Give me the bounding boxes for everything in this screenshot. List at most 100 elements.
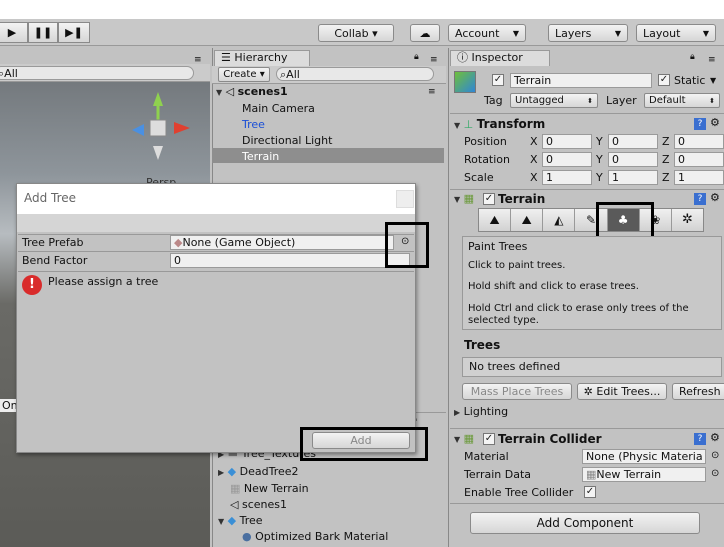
static-checkbox[interactable]: ✓ xyxy=(658,74,670,86)
menu-icon[interactable]: ≡ xyxy=(430,55,438,65)
x-axis-label[interactable]: X xyxy=(530,135,538,148)
material-label: Material xyxy=(464,450,509,463)
chevron-down-icon: ▼ xyxy=(702,28,709,38)
terrain-settings-tool[interactable]: ✲ xyxy=(672,209,703,231)
divider xyxy=(450,113,724,114)
chevron-down-icon[interactable]: ▼ xyxy=(710,76,716,85)
info-icon: ⓘ xyxy=(457,51,468,64)
expand-triangle-icon: ▼ xyxy=(454,435,461,444)
hierarchy-item-directional-light[interactable]: Directional Light xyxy=(242,134,332,147)
object-picker-icon[interactable]: ⊙ xyxy=(711,468,719,479)
scene-search-input[interactable]: ⌕All xyxy=(0,66,194,80)
object-name-input[interactable]: Terrain xyxy=(510,73,652,88)
rot-x-field[interactable]: 0 xyxy=(542,152,592,167)
object-picker-icon[interactable]: ⊙ xyxy=(711,450,719,461)
terrain-header[interactable]: ▼ ▦ xyxy=(454,192,474,205)
tree-prefab-field[interactable]: ◆None (Game Object) xyxy=(170,235,394,250)
enable-tree-collider-checkbox[interactable]: ✓ xyxy=(584,486,596,498)
dialog-close-button[interactable] xyxy=(396,190,414,208)
rot-y-field[interactable]: 0 xyxy=(608,152,658,167)
layout-dropdown[interactable]: Layout ▼ xyxy=(636,24,716,42)
terrain-title: Terrain xyxy=(498,192,546,206)
account-dropdown[interactable]: Account ▼ xyxy=(448,24,526,42)
menu-icon[interactable]: ≡ xyxy=(708,55,716,65)
pause-button[interactable]: ❚❚ xyxy=(28,22,58,43)
pos-x-field[interactable]: 0 xyxy=(542,134,592,149)
project-item-tree[interactable]: ▼ ◆ Tree xyxy=(218,514,263,527)
play-button[interactable]: ▶ xyxy=(0,22,28,43)
edit-trees-button[interactable]: ✲ Edit Trees... xyxy=(577,383,667,400)
scl-x-field[interactable]: 1 xyxy=(542,170,592,185)
menu-icon[interactable]: ≡ xyxy=(428,87,436,97)
scene-gizmo[interactable] xyxy=(124,92,192,162)
lighting-label: Lighting xyxy=(463,405,509,418)
gear-icon[interactable]: ⚙ xyxy=(710,116,720,129)
scene-search-placeholder: All xyxy=(4,67,18,80)
gear-icon[interactable]: ⚙ xyxy=(710,431,720,444)
y-axis-label[interactable]: Y xyxy=(596,153,603,166)
add-component-button[interactable]: Add Component xyxy=(470,512,700,534)
smooth-height-icon: ◭ xyxy=(554,213,564,227)
step-button[interactable]: ▶❚ xyxy=(58,22,90,43)
pos-y-field[interactable]: 0 xyxy=(608,134,658,149)
z-axis-label[interactable]: Z xyxy=(662,153,670,166)
create-dropdown[interactable]: Create ▾ xyxy=(218,67,270,82)
terrain-collider-header[interactable]: ▼ ▦ xyxy=(454,432,474,445)
hierarchy-item-main-camera[interactable]: Main Camera xyxy=(242,102,315,115)
terrain-enabled-checkbox[interactable]: ✓ xyxy=(483,193,495,205)
scl-z-field[interactable]: 1 xyxy=(674,170,724,185)
lighting-foldout[interactable]: ▶ Lighting xyxy=(454,405,508,418)
help-icon[interactable]: ? xyxy=(694,193,706,205)
cloud-button[interactable]: ☁ xyxy=(410,24,440,42)
expand-triangle-icon: ▼ xyxy=(454,195,461,204)
bend-factor-field[interactable]: 0 xyxy=(170,253,410,268)
rot-z-field[interactable]: 0 xyxy=(674,152,724,167)
raise-lower-terrain-tool[interactable]: ⛰ xyxy=(479,209,512,231)
terrain-data-field[interactable]: ▦New Terrain xyxy=(582,467,706,482)
z-axis-label[interactable]: Z xyxy=(662,135,670,148)
gear-icon[interactable]: ⚙ xyxy=(710,191,720,204)
help-icon[interactable]: ? xyxy=(694,118,706,130)
active-checkbox[interactable]: ✓ xyxy=(492,74,504,86)
x-axis-label[interactable]: X xyxy=(530,171,538,184)
mass-place-trees-button[interactable]: Mass Place Trees xyxy=(462,383,572,400)
mass-place-label: Mass Place Trees xyxy=(470,385,564,398)
trees-list[interactable]: No trees defined xyxy=(462,357,722,377)
z-axis-label[interactable]: Z xyxy=(662,171,670,184)
collab-button[interactable]: Collab ▾ xyxy=(318,24,394,42)
scene-root[interactable]: ▼ ◁ scenes1 xyxy=(216,85,288,98)
scl-y-field[interactable]: 1 xyxy=(608,170,658,185)
layer-dropdown[interactable]: Default ⬍ xyxy=(644,93,720,108)
material-field[interactable]: None (Physic Materia xyxy=(582,449,706,464)
y-axis-label[interactable]: Y xyxy=(596,171,603,184)
lock-icon[interactable]: 🔒︎ xyxy=(690,52,695,62)
list-icon: ☰ xyxy=(221,51,231,64)
transform-header[interactable]: ▼ ⊥ Transform xyxy=(454,117,545,131)
create-label: Create ▾ xyxy=(223,69,265,80)
x-axis-label[interactable]: X xyxy=(530,153,538,166)
hierarchy-item-tree[interactable]: Tree xyxy=(242,118,265,131)
collider-enabled-checkbox[interactable]: ✓ xyxy=(483,433,495,445)
smooth-height-tool[interactable]: ◭ xyxy=(543,209,576,231)
tag-dropdown[interactable]: Untagged ⬍ xyxy=(510,93,598,108)
paint-height-tool[interactable]: ⛰ xyxy=(511,209,544,231)
project-item-scenes1[interactable]: ◁ scenes1 xyxy=(230,498,287,511)
project-item-bark-material[interactable]: ● Optimized Bark Material xyxy=(242,530,388,543)
pos-z-field[interactable]: 0 xyxy=(674,134,724,149)
refresh-button[interactable]: Refresh xyxy=(672,383,724,400)
hierarchy-search-input[interactable]: ⌕All xyxy=(276,67,434,81)
hierarchy-tab[interactable]: ☰ Hierarchy xyxy=(214,50,310,66)
paint-brush-icon: ✎ xyxy=(585,213,597,227)
gear-icon: ✲ xyxy=(681,212,693,227)
help-icon[interactable]: ? xyxy=(694,433,706,445)
project-item-new-terrain[interactable]: ▦ New Terrain xyxy=(230,482,309,495)
chevron-updown-icon: ⬍ xyxy=(587,96,593,105)
project-item-deadtree2[interactable]: ▶ ◆ DeadTree2 xyxy=(218,465,299,478)
layers-dropdown[interactable]: Layers ▼ xyxy=(548,24,628,42)
lock-icon[interactable]: 🔒︎ xyxy=(414,52,419,62)
y-axis-label[interactable]: Y xyxy=(596,135,603,148)
menu-icon[interactable]: ≡ xyxy=(194,55,202,65)
inspector-tab-label: Inspector xyxy=(471,51,523,64)
hierarchy-item-terrain[interactable]: Terrain xyxy=(242,150,279,163)
inspector-tab[interactable]: ⓘ Inspector xyxy=(450,50,550,66)
